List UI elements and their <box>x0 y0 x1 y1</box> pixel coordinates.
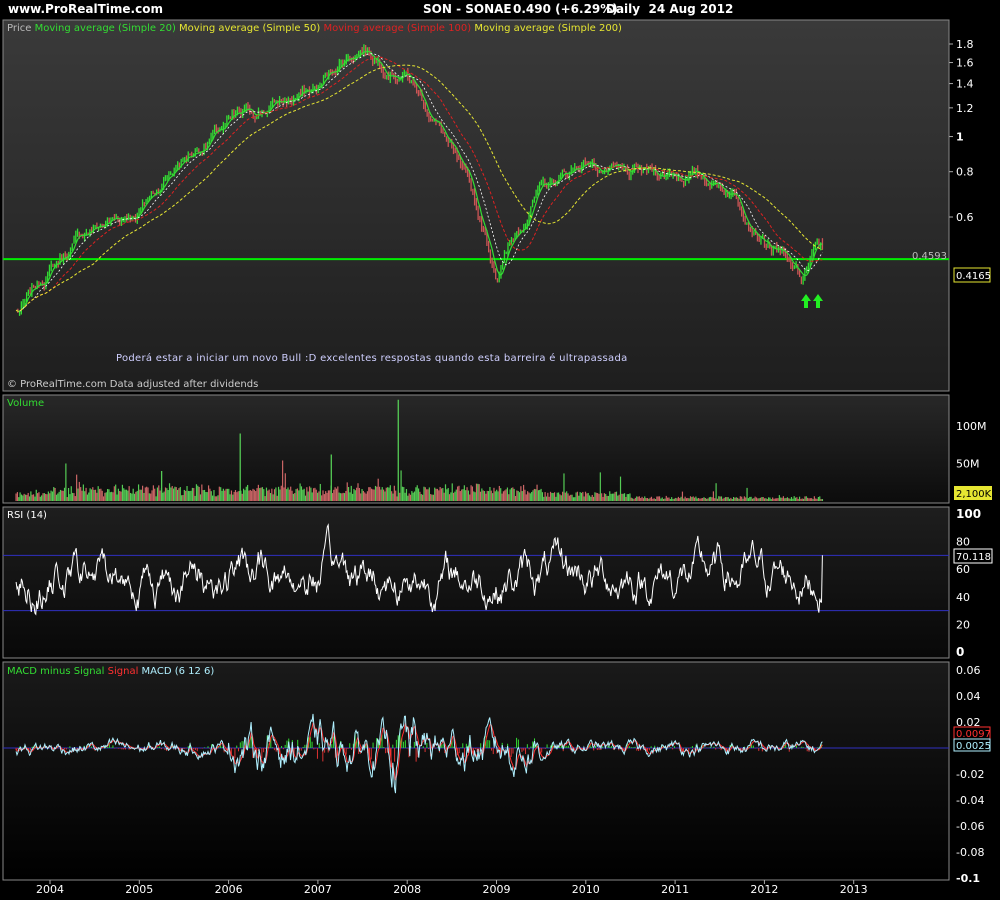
x-tick-label: 2009 <box>483 883 511 896</box>
x-tick-label: 2013 <box>840 883 868 896</box>
legend-entry: MACD (6 12 6) <box>138 666 214 677</box>
rsi-title: RSI (14) <box>7 510 47 521</box>
rsi-tick-label: 20 <box>956 618 970 631</box>
rsi-tick-label: 100 <box>956 507 981 521</box>
price-tick-label: 1.4 <box>956 78 974 91</box>
legend-entry: Price <box>7 23 31 34</box>
x-tick-label: 2010 <box>572 883 600 896</box>
macd-tick-label: -0.1 <box>956 872 980 885</box>
macd-tick-label: -0.04 <box>956 794 984 807</box>
price-tick-label: 1.6 <box>956 57 974 70</box>
rsi-tick-label: 40 <box>956 591 970 604</box>
x-tick-label: 2008 <box>393 883 421 896</box>
price-legend: Price Moving average (Simple 20) Moving … <box>7 23 622 34</box>
x-tick-label: 2004 <box>36 883 64 896</box>
price-tick-label: 1 <box>956 131 964 144</box>
legend-entry: Moving average (Simple 100) <box>320 23 471 34</box>
x-tick-label: 2006 <box>215 883 243 896</box>
x-tick-label: 2011 <box>661 883 689 896</box>
macd-legend: MACD minus Signal Signal MACD (6 12 6) <box>7 666 214 677</box>
legend-entry: MACD minus Signal <box>7 666 104 677</box>
macd-tick-label: -0.08 <box>956 846 984 859</box>
rsi-tick-label: 60 <box>956 563 970 576</box>
macd-tick-label: 0.06 <box>956 664 981 677</box>
macd-tick-label: -0.06 <box>956 820 984 833</box>
volume-title: Volume <box>7 398 44 409</box>
price-tick-label: 1.8 <box>956 38 974 51</box>
legend-entry: Moving average (Simple 20) <box>31 23 176 34</box>
copyright-text: © ProRealTime.com Data adjusted after di… <box>7 379 258 390</box>
legend-entry: Signal <box>104 666 138 677</box>
volume-tick-label: 100M <box>956 420 987 433</box>
rsi-tick-label: 80 <box>956 536 970 549</box>
macd-last-value: 0.0025 <box>956 741 991 752</box>
x-tick-label: 2012 <box>750 883 778 896</box>
macd-tick-label: 0.04 <box>956 690 981 703</box>
volume-last-value: 2,100K <box>956 489 992 500</box>
annotation-text: Poderá estar a iniciar um novo Bull :D e… <box>116 352 628 364</box>
price-tick-label: 1.2 <box>956 102 974 115</box>
support-value-label: 0.4593 <box>912 251 947 262</box>
macd-signal-value: 0.0097 <box>956 729 991 740</box>
stock-chart: Price Moving average (Simple 20) Moving … <box>2 19 993 896</box>
rsi-tick-label: 0 <box>956 645 964 659</box>
rsi-last-value: 70.118 <box>956 552 991 563</box>
price-last-value: 0.4165 <box>956 271 991 282</box>
legend-entry: Moving average (Simple 200) <box>471 23 622 34</box>
price-tick-label: 0.8 <box>956 166 974 179</box>
legend-entry: Moving average (Simple 50) <box>176 23 321 34</box>
macd-panel[interactable] <box>2 661 950 881</box>
x-tick-label: 2005 <box>125 883 153 896</box>
macd-tick-label: -0.02 <box>956 768 984 781</box>
volume-tick-label: 50M <box>956 458 980 471</box>
price-tick-label: 0.6 <box>956 211 974 224</box>
x-tick-label: 2007 <box>304 883 332 896</box>
macd-tick-label: 0.02 <box>956 716 981 729</box>
